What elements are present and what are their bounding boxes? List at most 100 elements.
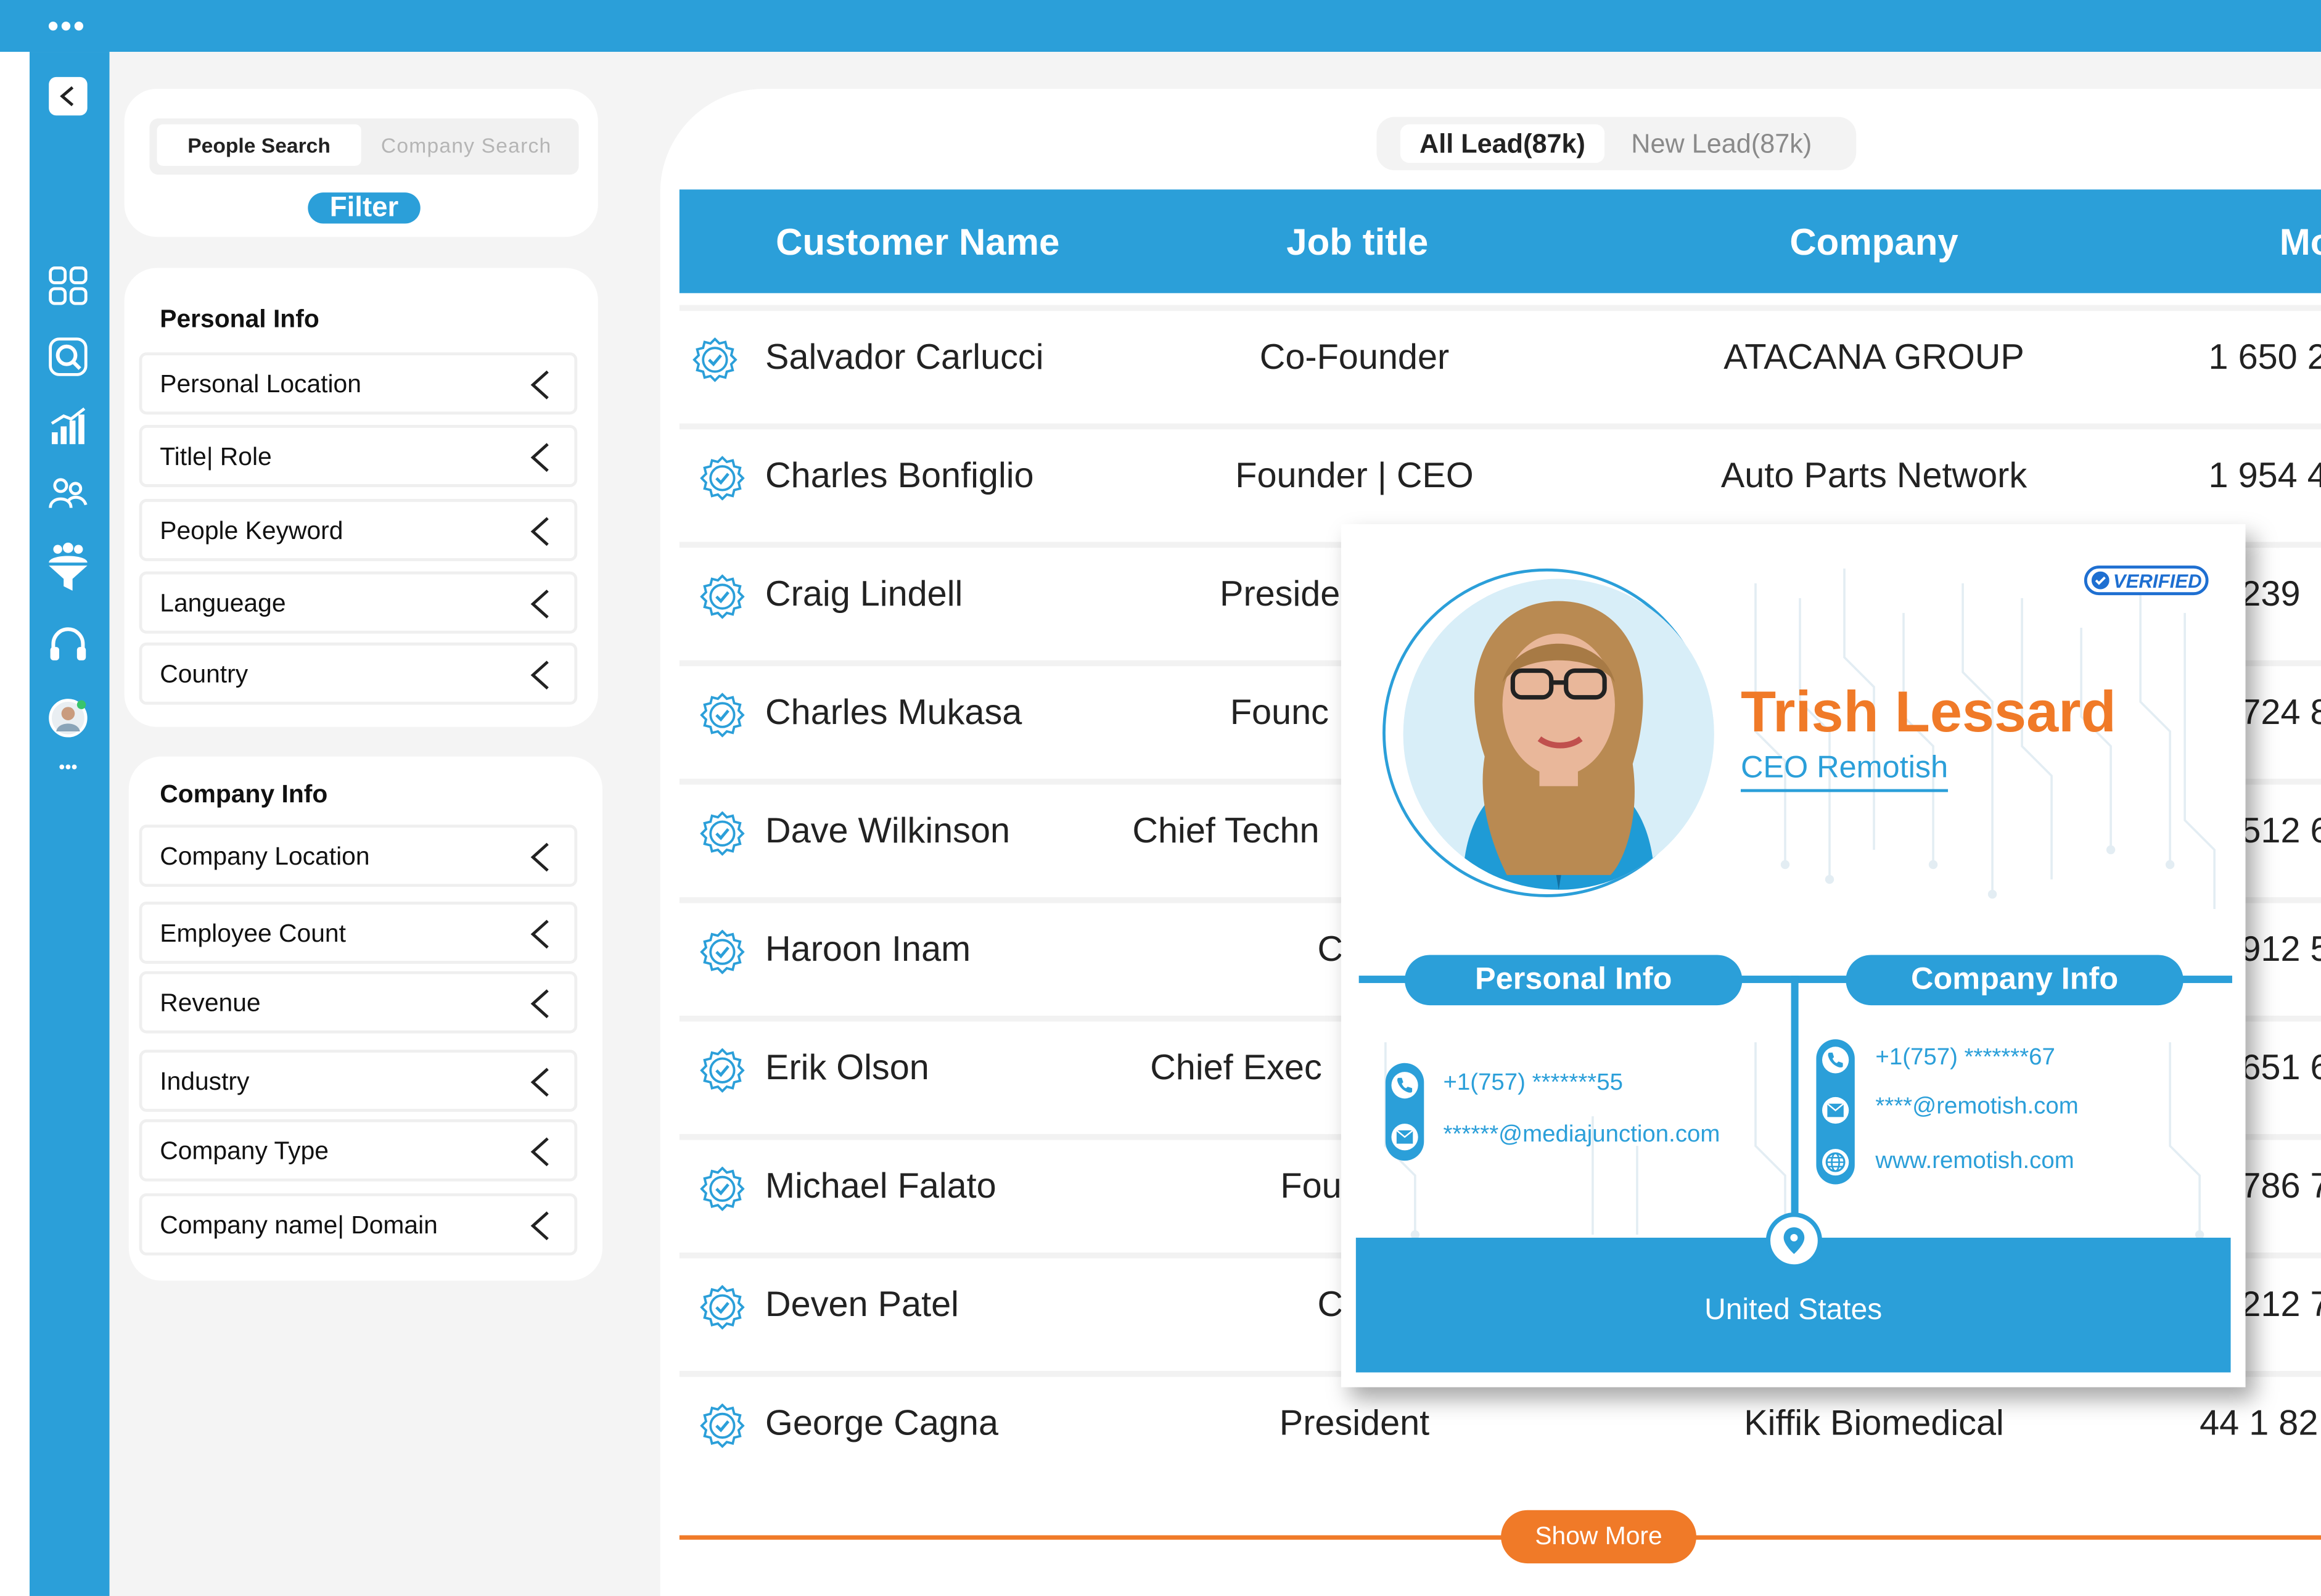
mobile-number: 1 954 4 xyxy=(2208,456,2321,496)
personal-info-title: Personal Info xyxy=(160,305,319,334)
personal-email[interactable]: ******@mediajunction.com xyxy=(1443,1122,1720,1149)
email-icon xyxy=(1822,1096,1849,1124)
company-name: ATACANA GROUP xyxy=(1723,337,2024,378)
filter-label: Company name| Domain xyxy=(160,1211,438,1240)
company-filter-row[interactable]: Revenue xyxy=(139,971,578,1034)
personal-filter-row[interactable]: Personal Location xyxy=(139,352,578,415)
verified-check-icon xyxy=(700,1048,745,1093)
company-name: Auto Parts Network xyxy=(1720,456,2027,496)
personal-filter-row[interactable]: Langueage xyxy=(139,571,578,634)
job-title: C xyxy=(1317,1285,1344,1325)
personal-filter-row[interactable]: Title| Role xyxy=(139,425,578,487)
customer-name: Charles Bonfiglio xyxy=(765,456,1034,496)
mobile-number: 512 6 xyxy=(2241,811,2321,852)
location-pin-icon xyxy=(1765,1212,1823,1269)
verified-label: VERIFIED xyxy=(2113,569,2202,592)
column-header-mobile[interactable]: Mo xyxy=(2280,222,2321,265)
chevron-left-icon[interactable] xyxy=(527,441,554,474)
verified-check-icon xyxy=(700,693,745,738)
company-phone[interactable]: +1(757) *******67 xyxy=(1875,1045,2055,1072)
column-header-job-title[interactable]: Job title xyxy=(1286,222,1428,265)
verified-check-icon xyxy=(700,574,745,619)
personal-filter-row[interactable]: People Keyword xyxy=(139,499,578,561)
chevron-left-icon[interactable] xyxy=(527,1209,554,1242)
mobile-number: 786 7 xyxy=(2241,1166,2321,1207)
show-more-button[interactable]: Show More xyxy=(1501,1510,1696,1564)
company-website[interactable]: www.remotish.com xyxy=(1875,1149,2074,1175)
column-header-company[interactable]: Company xyxy=(1789,222,1958,265)
company-search-tab[interactable]: Company Search xyxy=(370,125,562,166)
chevron-left-icon[interactable] xyxy=(527,659,554,691)
chevron-left-icon[interactable] xyxy=(527,369,554,401)
job-title: Founc xyxy=(1230,693,1329,733)
verified-check-icon xyxy=(700,929,745,974)
chevron-left-icon[interactable] xyxy=(527,1135,554,1168)
more-icon[interactable]: ••• xyxy=(46,752,90,782)
chevron-left-icon[interactable] xyxy=(527,588,554,620)
filter-label: Title| Role xyxy=(160,442,272,471)
verified-badge: VERIFIED xyxy=(2084,566,2209,596)
verified-check-icon xyxy=(700,456,745,501)
analytics-icon[interactable] xyxy=(46,404,90,448)
company-filter-row[interactable]: Company Location xyxy=(139,825,578,887)
customer-name: Deven Patel xyxy=(765,1285,959,1325)
avatar[interactable] xyxy=(46,696,90,740)
headset-icon[interactable] xyxy=(46,622,90,666)
filter-label: Personal Location xyxy=(160,370,361,398)
tab-all-lead[interactable]: All Lead(87k) xyxy=(1400,124,1605,163)
location-text: United States xyxy=(1704,1294,1883,1327)
job-title: Chief Techn xyxy=(1132,811,1320,852)
globe-icon xyxy=(1822,1148,1849,1176)
mobile-number: 651 6 xyxy=(2241,1048,2321,1088)
profile-title[interactable]: CEO Remotish xyxy=(1740,751,1949,792)
personal-filter-row[interactable]: Country xyxy=(139,642,578,705)
chevron-left-icon[interactable] xyxy=(527,841,554,874)
verified-check-icon xyxy=(700,1285,745,1330)
personal-info-pill: Personal Info xyxy=(1405,955,1743,1006)
filter-label: People Keyword xyxy=(160,516,343,545)
company-filter-row[interactable]: Employee Count xyxy=(139,902,578,964)
mobile-number: 912 5 xyxy=(2241,929,2321,970)
top-frame: ••• xyxy=(0,0,2321,52)
company-filter-row[interactable]: Company Type xyxy=(139,1119,578,1182)
job-title: Co-Founder xyxy=(1259,337,1450,378)
customer-name: Michael Falato xyxy=(765,1166,996,1207)
chevron-left-icon[interactable] xyxy=(527,987,554,1020)
filter-button[interactable]: Filter xyxy=(308,192,421,224)
company-email[interactable]: ****@remotish.com xyxy=(1875,1094,2078,1121)
tab-new-lead[interactable]: New Lead(87k) xyxy=(1614,125,1830,163)
filter-label: Langueage xyxy=(160,589,286,618)
customer-name: George Cagna xyxy=(765,1403,999,1444)
people-search-tab[interactable]: People Search xyxy=(157,124,361,166)
grid-icon[interactable] xyxy=(46,263,90,308)
window-dots-icon[interactable]: ••• xyxy=(47,10,86,43)
verified-check-icon xyxy=(2090,571,2109,590)
company-filter-row[interactable]: Company name| Domain xyxy=(139,1193,578,1256)
customer-name: Haroon Inam xyxy=(765,929,971,970)
filter-label: Revenue xyxy=(160,989,261,1018)
back-icon[interactable] xyxy=(49,76,88,116)
verified-check-icon xyxy=(700,1166,745,1212)
team-icon[interactable] xyxy=(46,471,90,515)
phone-icon xyxy=(1391,1072,1418,1099)
chevron-left-icon[interactable] xyxy=(527,1066,554,1099)
personal-phone[interactable]: +1(757) *******55 xyxy=(1443,1071,1622,1097)
job-title: Preside xyxy=(1220,574,1341,615)
customer-name: Dave Wilkinson xyxy=(765,811,1011,852)
column-header-customer-name[interactable]: Customer Name xyxy=(776,222,1059,265)
company-filter-row[interactable]: Industry xyxy=(139,1050,578,1112)
chevron-left-icon[interactable] xyxy=(527,918,554,950)
phone-icon xyxy=(1822,1047,1849,1074)
job-title: Chief Exec xyxy=(1150,1048,1322,1088)
search-icon[interactable] xyxy=(46,335,90,379)
mobile-number: 212 7 xyxy=(2241,1285,2321,1325)
filter-label: Employee Count xyxy=(160,919,346,948)
profile-name: Trish Lessard xyxy=(1740,681,2116,745)
filter-label: Country xyxy=(160,660,249,689)
company-info-title: Company Info xyxy=(160,780,328,808)
app-stage: ••• ••• People Search Company Search Fil… xyxy=(0,0,2321,1596)
filter-label: Industry xyxy=(160,1067,250,1096)
funnel-icon[interactable] xyxy=(46,540,90,593)
chevron-left-icon[interactable] xyxy=(527,515,554,548)
mobile-number: 44 1 82 xyxy=(2200,1403,2319,1444)
